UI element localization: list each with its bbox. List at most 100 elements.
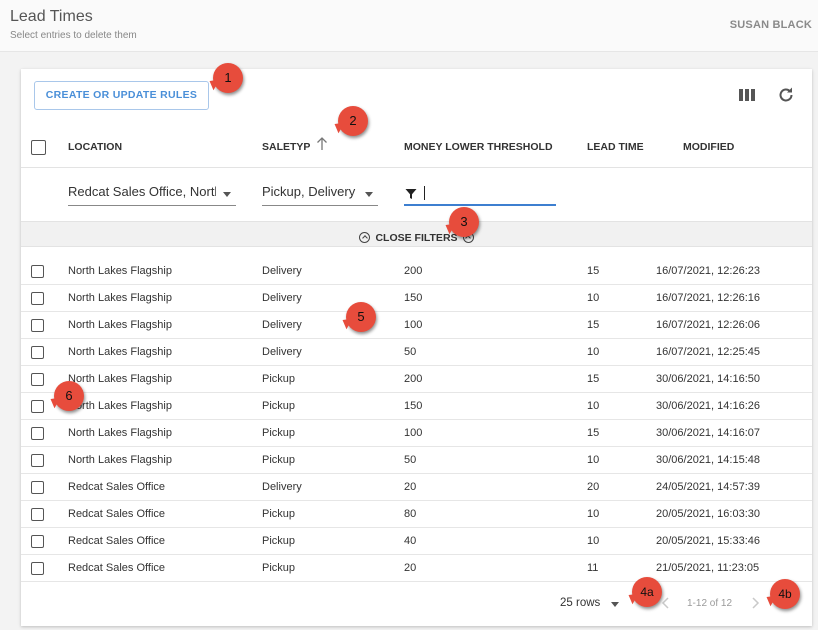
row-checkbox[interactable]	[31, 346, 44, 359]
filter-icon	[405, 187, 417, 205]
cell-lead-time: 15	[587, 373, 600, 385]
column-header-lead-time[interactable]: LEAD TIME	[587, 141, 644, 153]
callout-5: 5	[346, 302, 376, 332]
cell-location: North Lakes Flagship	[68, 373, 172, 385]
cell-modified: 30/06/2021, 14:16:50	[656, 373, 760, 385]
refresh-icon[interactable]	[776, 85, 796, 105]
cell-threshold: 20	[404, 562, 417, 574]
chevron-left-icon[interactable]	[659, 595, 673, 611]
cell-threshold: 100	[404, 427, 423, 439]
column-header-modified[interactable]: MODIFIED	[683, 141, 734, 153]
threshold-filter-input[interactable]	[404, 184, 556, 206]
cell-lead-time: 11	[587, 562, 599, 574]
table-row[interactable]: North Lakes Flagship Pickup 50 10 30/06/2021…	[21, 447, 812, 474]
table-body: North Lakes Flagship Delivery 200 15 16/07/2…	[21, 258, 812, 582]
row-checkbox[interactable]	[31, 562, 44, 575]
cell-saletype: Delivery	[262, 319, 302, 331]
cell-lead-time: 15	[587, 427, 600, 439]
cell-modified: 21/05/2021, 11:23:05	[656, 562, 760, 574]
cell-location: North Lakes Flagship	[68, 265, 172, 277]
location-filter-select[interactable]: Redcat Sales Office, North Lakes Flagshi…	[68, 184, 236, 206]
column-header-money-lower-threshold[interactable]: MONEY LOWER THRESHOLD	[404, 141, 553, 153]
cell-modified: 30/06/2021, 14:15:48	[656, 454, 760, 466]
callout-2: 2	[338, 106, 368, 136]
cell-threshold: 80	[404, 508, 417, 520]
chevron-down-icon	[223, 192, 231, 197]
row-checkbox[interactable]	[31, 400, 44, 413]
table-row[interactable]: North Lakes Flagship Delivery 100 15 16/07/2…	[21, 312, 812, 339]
row-checkbox[interactable]	[31, 292, 44, 305]
cell-location: North Lakes Flagship	[68, 319, 172, 331]
filter-row: Redcat Sales Office, North Lakes Flagshi…	[21, 167, 812, 221]
table-row[interactable]: Redcat Sales Office Pickup 20 11 21/05/2021,…	[21, 555, 812, 582]
cell-threshold: 20	[404, 481, 417, 493]
table-row[interactable]: North Lakes Flagship Pickup 150 10 30/06/202…	[21, 393, 812, 420]
cell-location: Redcat Sales Office	[68, 481, 166, 493]
user-name[interactable]: SUSAN BLACK	[730, 19, 812, 31]
cell-saletype: Pickup	[262, 427, 296, 439]
cell-threshold: 100	[404, 319, 423, 331]
table-row[interactable]: Redcat Sales Office Delivery 20 20 24/05/202…	[21, 474, 812, 501]
table-row[interactable]: North Lakes Flagship Delivery 50 10 16/07/20…	[21, 339, 812, 366]
row-checkbox[interactable]	[31, 508, 44, 521]
cell-location: North Lakes Flagship	[68, 427, 172, 439]
rows-per-page-select[interactable]: 25 rows	[560, 597, 600, 609]
cell-threshold: 40	[404, 535, 417, 547]
chevron-down-icon	[365, 192, 373, 197]
row-checkbox[interactable]	[31, 265, 44, 278]
column-header-location[interactable]: LOCATION	[68, 141, 122, 153]
callout-1: 1	[213, 63, 243, 93]
page-title: Lead Times	[10, 8, 93, 25]
cell-lead-time: 10	[587, 454, 600, 466]
cell-saletype: Delivery	[262, 346, 302, 358]
cell-threshold: 200	[404, 373, 423, 385]
row-checkbox[interactable]	[31, 319, 44, 332]
callout-6: 6	[54, 381, 84, 411]
table-row[interactable]: North Lakes Flagship Pickup 100 15 30/06/202…	[21, 420, 812, 447]
table-row[interactable]: Redcat Sales Office Pickup 40 10 20/05/2021,…	[21, 528, 812, 555]
saletype-filter-select[interactable]: Pickup, Delivery	[262, 184, 378, 206]
cell-modified: 30/06/2021, 14:16:07	[656, 427, 760, 439]
callout-3: 3	[449, 207, 479, 237]
cell-saletype: Pickup	[262, 562, 296, 574]
cell-saletype: Pickup	[262, 454, 296, 466]
table-footer: 25 rows 1-12 of 12	[21, 582, 812, 626]
row-checkbox[interactable]	[31, 535, 44, 548]
table-row[interactable]: Redcat Sales Office Pickup 80 10 20/05/2021,…	[21, 501, 812, 528]
cell-location: North Lakes Flagship	[68, 292, 172, 304]
row-checkbox[interactable]	[31, 481, 44, 494]
close-filters-bar[interactable]: CLOSE FILTERS	[21, 221, 812, 247]
cell-saletype: Pickup	[262, 400, 296, 412]
cell-modified: 20/05/2021, 16:03:30	[656, 508, 760, 520]
cell-lead-time: 15	[587, 319, 600, 331]
cell-saletype: Pickup	[262, 508, 296, 520]
cell-modified: 16/07/2021, 12:26:16	[656, 292, 760, 304]
column-header-saletyp[interactable]: SALETYP	[262, 141, 310, 153]
cell-location: North Lakes Flagship	[68, 454, 172, 466]
select-all-checkbox[interactable]	[31, 140, 46, 155]
row-checkbox[interactable]	[31, 373, 44, 386]
row-checkbox[interactable]	[31, 427, 44, 440]
callout-4b: 4b	[770, 579, 800, 609]
row-checkbox[interactable]	[31, 454, 44, 467]
create-or-update-rules-button[interactable]: CREATE OR UPDATE RULES	[34, 81, 209, 110]
table-row[interactable]: North Lakes Flagship Delivery 150 10 16/07/2…	[21, 285, 812, 312]
chevron-right-icon[interactable]	[748, 595, 762, 611]
page-range: 1-12 of 12	[687, 598, 733, 609]
lead-times-table-card: CREATE OR UPDATE RULES LOCATION SALETYP …	[21, 69, 812, 626]
view-column-icon[interactable]	[737, 85, 757, 105]
cell-saletype: Delivery	[262, 265, 302, 277]
cell-saletype: Pickup	[262, 535, 296, 547]
chevron-down-icon[interactable]	[611, 602, 619, 607]
arrow-up-icon[interactable]	[316, 135, 328, 151]
cell-threshold: 150	[404, 292, 423, 304]
cell-modified: 20/05/2021, 15:33:46	[656, 535, 760, 547]
table-header-row: LOCATION SALETYP MONEY LOWER THRESHOLD L…	[21, 127, 812, 167]
text-cursor	[424, 186, 425, 200]
table-row[interactable]: North Lakes Flagship Delivery 200 15 16/07/2…	[21, 258, 812, 285]
cell-lead-time: 10	[587, 535, 600, 547]
table-row[interactable]: North Lakes Flagship Pickup 200 15 30/06/202…	[21, 366, 812, 393]
cell-saletype: Pickup	[262, 373, 296, 385]
cell-modified: 16/07/2021, 12:26:23	[656, 265, 760, 277]
cell-threshold: 200	[404, 265, 423, 277]
